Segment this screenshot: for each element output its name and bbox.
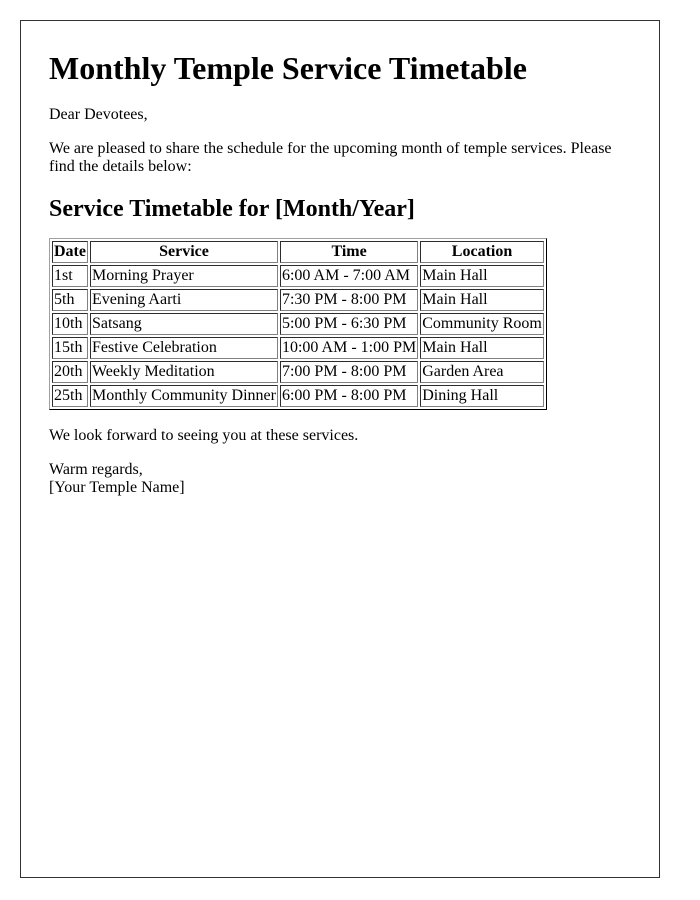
cell-time: 10:00 AM - 1:00 PM bbox=[279, 337, 419, 359]
cell-date: 1st bbox=[52, 265, 88, 287]
cell-service: Morning Prayer bbox=[89, 265, 278, 287]
intro-paragraph: We are pleased to share the schedule for… bbox=[49, 140, 612, 175]
table-header-row: Date Service Time Location bbox=[52, 241, 544, 263]
cell-location: Main Hall bbox=[420, 289, 544, 311]
cell-service: Festive Celebration bbox=[89, 337, 278, 359]
cell-time: 7:30 PM - 8:00 PM bbox=[279, 289, 419, 311]
column-header-service: Service bbox=[89, 241, 278, 263]
table-row: 25th Monthly Community Dinner 6:00 PM - … bbox=[52, 385, 544, 407]
column-header-date: Date bbox=[52, 241, 88, 263]
cell-service: Weekly Meditation bbox=[89, 361, 278, 383]
page-title: Monthly Temple Service Timetable bbox=[49, 50, 527, 86]
column-header-location: Location bbox=[420, 241, 544, 263]
section-heading: Service Timetable for [Month/Year] bbox=[49, 196, 415, 222]
cell-date: 20th bbox=[52, 361, 88, 383]
table-row: 15th Festive Celebration 10:00 AM - 1:00… bbox=[52, 337, 544, 359]
signoff-temple-name: [Your Temple Name] bbox=[49, 479, 185, 496]
cell-location: Community Room bbox=[420, 313, 544, 335]
column-header-time: Time bbox=[279, 241, 419, 263]
service-timetable: Date Service Time Location 1st Morning P… bbox=[49, 238, 547, 410]
cell-time: 6:00 PM - 8:00 PM bbox=[279, 385, 419, 407]
cell-location: Main Hall bbox=[420, 337, 544, 359]
cell-date: 5th bbox=[52, 289, 88, 311]
table-row: 1st Morning Prayer 6:00 AM - 7:00 AM Mai… bbox=[52, 265, 544, 287]
table-row: 5th Evening Aarti 7:30 PM - 8:00 PM Main… bbox=[52, 289, 544, 311]
cell-service: Evening Aarti bbox=[89, 289, 278, 311]
cell-service: Satsang bbox=[89, 313, 278, 335]
cell-location: Garden Area bbox=[420, 361, 544, 383]
cell-date: 10th bbox=[52, 313, 88, 335]
document-page: Monthly Temple Service Timetable Dear De… bbox=[20, 20, 660, 878]
cell-location: Dining Hall bbox=[420, 385, 544, 407]
cell-time: 7:00 PM - 8:00 PM bbox=[279, 361, 419, 383]
table-row: 10th Satsang 5:00 PM - 6:30 PM Community… bbox=[52, 313, 544, 335]
cell-date: 15th bbox=[52, 337, 88, 359]
cell-location: Main Hall bbox=[420, 265, 544, 287]
signoff-regards: Warm regards, bbox=[49, 461, 143, 478]
closing-text: We look forward to seeing you at these s… bbox=[49, 427, 359, 444]
cell-time: 6:00 AM - 7:00 AM bbox=[279, 265, 419, 287]
cell-service: Monthly Community Dinner bbox=[89, 385, 278, 407]
cell-time: 5:00 PM - 6:30 PM bbox=[279, 313, 419, 335]
greeting-text: Dear Devotees, bbox=[49, 106, 148, 123]
table-row: 20th Weekly Meditation 7:00 PM - 8:00 PM… bbox=[52, 361, 544, 383]
cell-date: 25th bbox=[52, 385, 88, 407]
